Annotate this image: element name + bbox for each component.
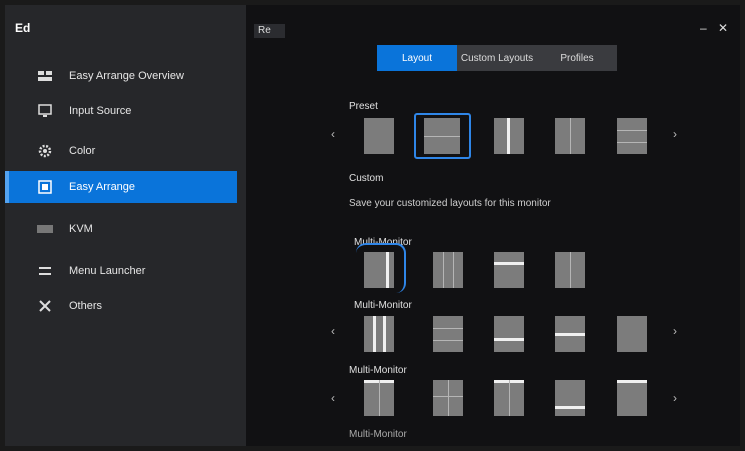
layout-thumb-multi2-3[interactable] xyxy=(494,316,524,352)
sidebar-item-label: Easy Arrange Overview xyxy=(69,70,184,82)
sidebar-item-label: Others xyxy=(69,300,103,312)
sidebar-item-overview[interactable]: Easy Arrange Overview xyxy=(5,60,237,92)
main-panel: Re – ✕ Layout Custom Layouts Profiles Pr… xyxy=(246,5,740,446)
layout-thumb-preset-4[interactable] xyxy=(555,118,585,154)
layout-thumb-multi1-1[interactable] xyxy=(364,252,394,288)
next-arrow-icon[interactable]: › xyxy=(673,324,677,338)
next-arrow-icon[interactable]: › xyxy=(673,127,677,141)
next-arrow-icon[interactable]: › xyxy=(673,391,677,405)
sidebar-item-menu-launcher[interactable]: Menu Launcher xyxy=(5,255,237,287)
app-window: Ed Easy Arrange Overview Input Source Co… xyxy=(5,5,740,446)
layout-thumb-preset-5[interactable] xyxy=(617,118,647,154)
sidebar-item-label: Color xyxy=(69,145,96,157)
prev-arrow-icon[interactable]: ‹ xyxy=(331,324,335,338)
layout-thumb-multi2-4[interactable] xyxy=(555,316,585,352)
sidebar-item-color[interactable]: Color xyxy=(5,135,237,167)
layout-icon xyxy=(37,179,53,195)
section-title-multi-2: Multi-Monitor xyxy=(354,300,412,311)
layout-thumb-multi3-5[interactable] xyxy=(617,380,647,416)
sidebar-item-label: Input Source xyxy=(69,105,132,117)
layout-thumb-multi2-1[interactable] xyxy=(364,316,394,352)
layout-thumb-multi3-1[interactable] xyxy=(364,380,394,416)
sidebar-item-label: Menu Launcher xyxy=(69,265,146,277)
layout-thumb-preset-1[interactable] xyxy=(364,118,394,154)
tab-profiles[interactable]: Profiles xyxy=(537,45,617,71)
sidebar-item-easy-arrange[interactable]: Easy Arrange xyxy=(5,171,237,203)
section-title-preset: Preset xyxy=(349,101,378,112)
sidebar-item-others[interactable]: Others xyxy=(5,290,237,322)
header-badge: Re xyxy=(254,24,285,38)
menu-icon xyxy=(37,263,53,279)
keyboard-icon xyxy=(37,221,53,237)
sidebar-item-label: KVM xyxy=(69,223,93,235)
tab-custom-layouts[interactable]: Custom Layouts xyxy=(457,45,537,71)
close-button[interactable]: ✕ xyxy=(718,21,728,35)
layout-thumb-preset-3[interactable] xyxy=(494,118,524,154)
layout-thumb-multi2-2[interactable] xyxy=(433,316,463,352)
layout-thumb-preset-2[interactable] xyxy=(424,118,460,154)
layout-thumb-multi1-2[interactable] xyxy=(433,252,463,288)
minimize-button[interactable]: – xyxy=(700,21,707,35)
layout-thumb-multi3-4[interactable] xyxy=(555,380,585,416)
gear-icon xyxy=(37,143,53,159)
sidebar-item-input-source[interactable]: Input Source xyxy=(5,95,237,127)
section-title-multi-3: Multi-Monitor xyxy=(349,365,407,376)
grid-icon xyxy=(37,68,53,84)
sidebar: Ed Easy Arrange Overview Input Source Co… xyxy=(5,5,246,446)
layout-thumb-multi2-5[interactable] xyxy=(617,316,647,352)
section-title-custom: Custom xyxy=(349,173,384,184)
prev-arrow-icon[interactable]: ‹ xyxy=(331,127,335,141)
tab-layout[interactable]: Layout xyxy=(377,45,457,71)
monitor-icon xyxy=(37,103,53,119)
layout-thumb-multi3-2[interactable] xyxy=(433,380,463,416)
section-title-footer: Multi-Monitor xyxy=(349,429,407,440)
layout-thumb-multi3-3[interactable] xyxy=(494,380,524,416)
sidebar-item-label: Easy Arrange xyxy=(69,181,136,193)
sidebar-item-kvm[interactable]: KVM xyxy=(5,213,237,245)
tools-icon xyxy=(37,298,53,314)
layout-thumb-multi1-3[interactable] xyxy=(494,252,524,288)
custom-hint-text: Save your customized layouts for this mo… xyxy=(349,198,551,209)
app-title: Ed xyxy=(15,21,31,35)
layout-thumb-multi1-4[interactable] xyxy=(555,252,585,288)
prev-arrow-icon[interactable]: ‹ xyxy=(331,391,335,405)
tab-bar: Layout Custom Layouts Profiles xyxy=(377,45,617,71)
